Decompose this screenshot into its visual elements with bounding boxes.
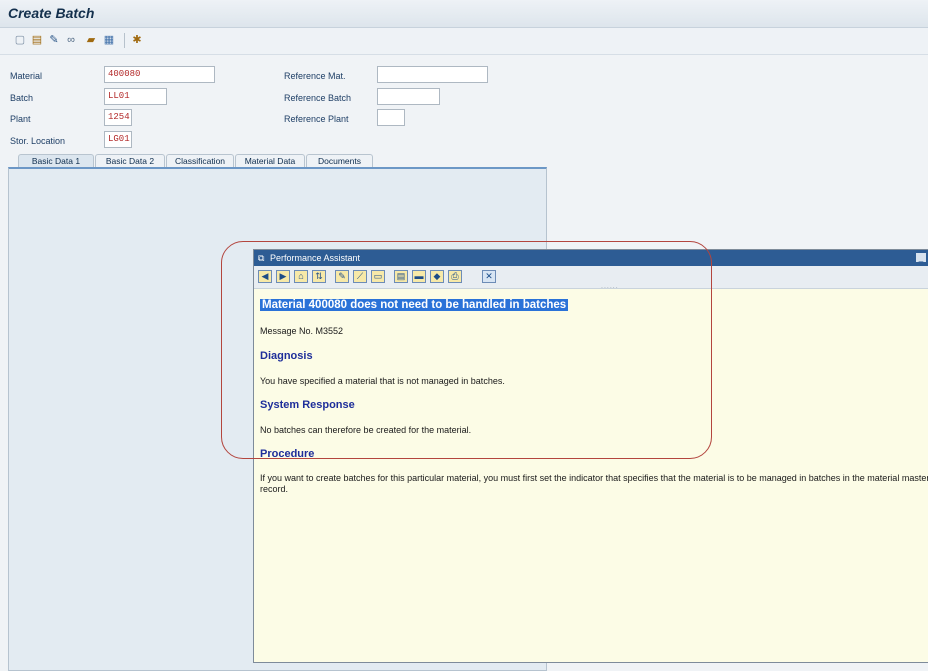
tab-basic-data-2[interactable]: Basic Data 2 <box>95 154 165 168</box>
window-icon[interactable]: ▬ <box>412 270 426 283</box>
table-icon[interactable]: ▤ <box>394 270 408 283</box>
minimize-button[interactable]: _ <box>916 253 926 262</box>
procedure-text: If you want to create batches for this p… <box>260 473 928 494</box>
home-icon[interactable]: ⌂ <box>294 270 308 283</box>
print-preview-icon[interactable]: ▭ <box>371 270 385 283</box>
diagnosis-text: You have specified a material that is no… <box>260 376 505 386</box>
message-number: Message No. M3552 <box>260 326 344 336</box>
other-object-icon[interactable]: ▤ <box>31 34 43 46</box>
window-title: Create Batch <box>8 5 95 21</box>
message-heading: Material 400080 does not need to be hand… <box>260 299 569 311</box>
folder-icon[interactable]: ▰ <box>85 34 97 46</box>
assistant-window-icon: ⧉ <box>258 253 265 263</box>
procedure-heading: Procedure <box>260 448 315 460</box>
forward-arrow-icon[interactable]: ▶ <box>276 270 290 283</box>
reference-plant-label: Reference Plant <box>284 114 349 124</box>
assistant-title: Performance Assistant <box>269 253 360 263</box>
material-field[interactable]: 400080 <box>104 66 215 83</box>
assistant-title-bar: ⧉ Performance Assistant _ <box>254 250 928 266</box>
tab-classification[interactable]: Classification <box>166 154 234 168</box>
reference-material-field[interactable] <box>377 66 488 83</box>
resize-dots: ...... <box>601 283 619 290</box>
reference-material-label: Reference Mat. <box>284 71 346 81</box>
tab-documents[interactable]: Documents <box>306 154 373 168</box>
reference-plant-field[interactable] <box>377 109 405 126</box>
toolbar-separator <box>124 33 125 48</box>
tab-material-data[interactable]: Material Data <box>235 154 305 168</box>
reference-batch-field[interactable] <box>377 88 440 105</box>
application-toolbar: ▢ ▤ ✎ ∞ ▰ ▦ ✱ <box>0 28 928 55</box>
help-icon[interactable]: ✱ <box>131 34 143 46</box>
display-glasses-icon[interactable]: ∞ <box>65 34 77 46</box>
diagnosis-heading: Diagnosis <box>260 350 313 362</box>
batch-label: Batch <box>10 93 34 103</box>
assistant-toolbar: ◀ ▶ ⌂ ⇅ ✎ ⟋ ▭ ▤ ▬ ◆ ⎙ ✕ ...... <box>254 266 928 290</box>
system-response-text: No batches can therefore be created for … <box>260 425 472 435</box>
reference-batch-label: Reference Batch <box>284 93 352 103</box>
stor-location-label: Stor. Location <box>10 136 66 146</box>
save-layout-icon[interactable]: ▦ <box>103 34 115 46</box>
new-document-icon[interactable]: ▢ <box>14 34 26 46</box>
technical-info-icon[interactable]: ✎ <box>335 270 349 283</box>
stor-location-field[interactable]: LG01 <box>104 131 132 148</box>
sync-icon[interactable]: ⇅ <box>312 270 326 283</box>
title-bar: Create Batch <box>0 0 928 28</box>
print-icon[interactable]: ⎙ <box>448 270 462 283</box>
performance-assistant-window: ⧉ Performance Assistant _ ◀ ▶ ⌂ ⇅ ✎ ⟋ ▭ … <box>253 249 928 663</box>
close-icon[interactable]: ✕ <box>482 270 496 283</box>
material-label: Material <box>10 71 43 81</box>
back-arrow-icon[interactable]: ◀ <box>258 270 272 283</box>
edit-pencil-icon[interactable]: ✎ <box>48 34 60 46</box>
link-icon[interactable]: ⟋ <box>353 270 367 283</box>
tab-basic-data-1[interactable]: Basic Data 1 <box>18 154 94 168</box>
batch-field[interactable]: LL01 <box>104 88 167 105</box>
bookmark-icon[interactable]: ◆ <box>430 270 444 283</box>
plant-field[interactable]: 1254 <box>104 109 132 126</box>
plant-label: Plant <box>10 114 31 124</box>
system-response-heading: System Response <box>260 399 355 411</box>
